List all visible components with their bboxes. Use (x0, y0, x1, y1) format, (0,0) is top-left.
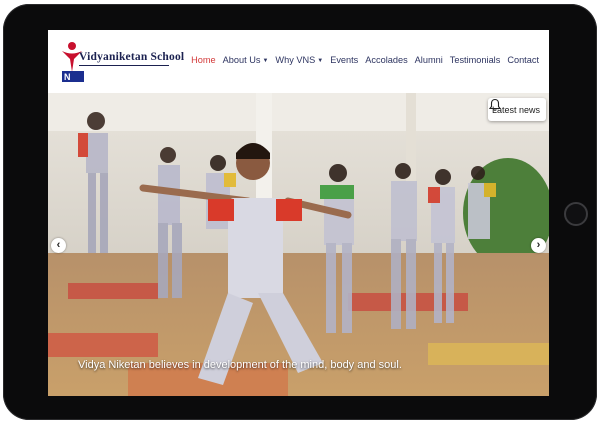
website-screen: N Vidyaniketan School Home About Us ▼ Why… (48, 30, 549, 396)
brand-underline (79, 65, 169, 66)
nav-home[interactable]: Home (191, 55, 216, 65)
bell-icon (488, 98, 502, 111)
main-nav: Home About Us ▼ Why VNS ▼ Events Accolades… (191, 55, 539, 65)
header-bar: N Vidyaniketan School Home About Us ▼ Why… (48, 30, 549, 93)
svg-text:N: N (64, 72, 71, 82)
hero-caption: Vidya Niketan believes in development of… (78, 359, 402, 371)
nav-testimonials[interactable]: Testimonials (450, 55, 501, 65)
latest-news-button[interactable]: Latest news (487, 98, 546, 121)
nav-events[interactable]: Events (330, 55, 358, 65)
nav-about-us[interactable]: About Us ▼ (223, 55, 269, 65)
nav-why-vns[interactable]: Why VNS ▼ (275, 55, 323, 65)
chevron-right-icon: › (536, 239, 541, 251)
chevron-down-icon: ▼ (317, 57, 324, 64)
hero-yoga-photo (48, 93, 549, 396)
chevron-down-icon: ▼ (262, 57, 269, 64)
nav-alumni[interactable]: Alumni (415, 55, 443, 65)
hero-carousel[interactable]: Latest news ‹ › Vidya Niketan believes i… (48, 93, 549, 396)
brand-name[interactable]: Vidyaniketan School (79, 51, 184, 63)
tablet-home-button[interactable] (564, 202, 588, 226)
nav-contact[interactable]: Contact (507, 55, 539, 65)
nav-accolades[interactable]: Accolades (365, 55, 407, 65)
carousel-next-button[interactable]: › (531, 238, 546, 253)
chevron-left-icon: ‹ (56, 239, 61, 251)
carousel-prev-button[interactable]: ‹ (51, 238, 66, 253)
